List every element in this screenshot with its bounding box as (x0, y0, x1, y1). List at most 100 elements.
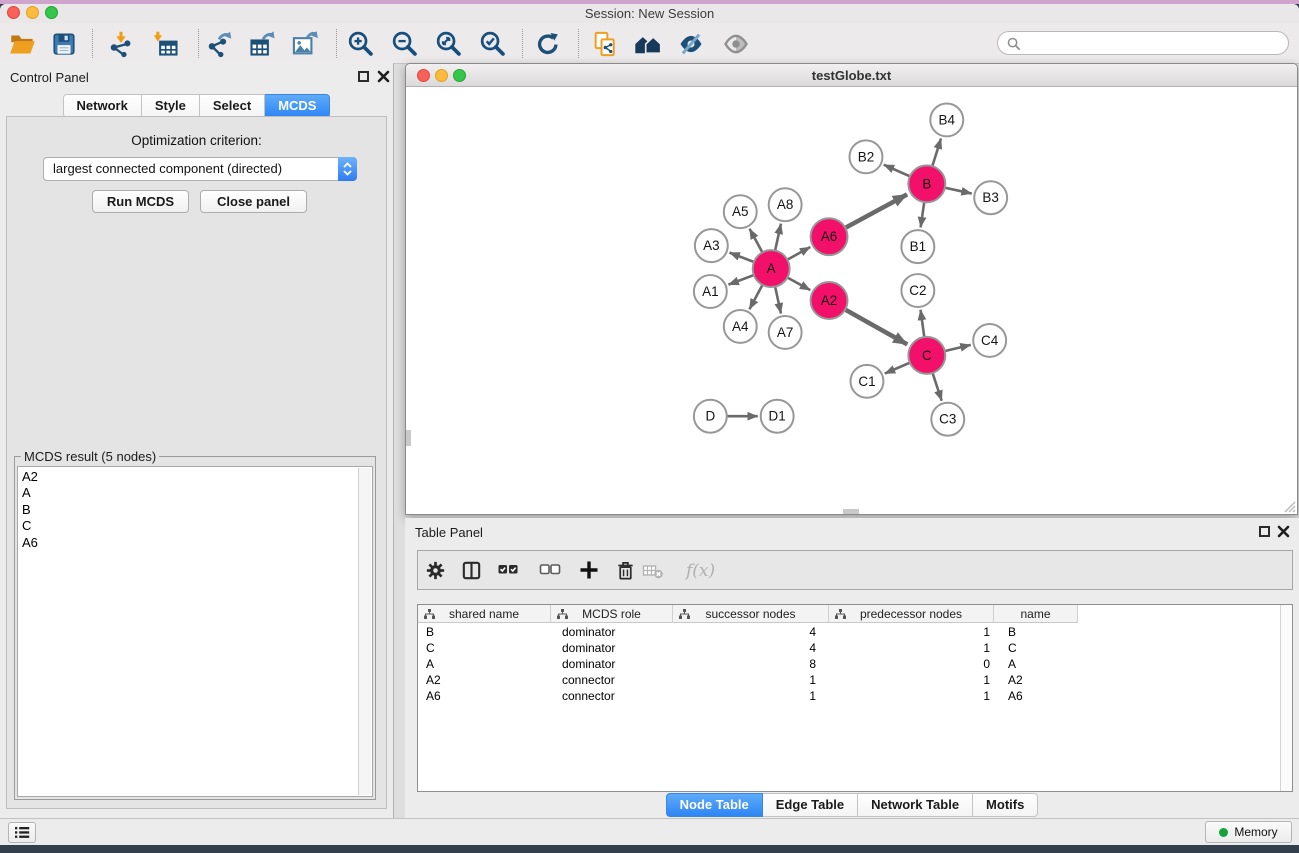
import-network-icon (107, 30, 135, 58)
clone-network-button[interactable] (588, 27, 622, 61)
table-cell: dominator (552, 640, 675, 656)
zoom-selected-button[interactable] (476, 27, 510, 61)
mcds-result-item[interactable]: B (22, 502, 372, 518)
table-row[interactable]: Cdominator41C (418, 640, 1279, 656)
zoom-in-button[interactable] (344, 27, 378, 61)
zoom-fit-button[interactable] (432, 27, 466, 61)
optimization-select[interactable]: largest connected component (directed) (43, 157, 357, 181)
attribute-tree-icon (424, 609, 435, 619)
import-table-button[interactable] (149, 27, 183, 61)
graph-node-label: D1 (769, 409, 786, 424)
table-cell: B (418, 624, 552, 640)
table-scrollbar[interactable] (1280, 605, 1292, 791)
tab-select[interactable]: Select (200, 94, 265, 118)
close-panel-button[interactable]: Close panel (200, 190, 307, 213)
import-network-button[interactable] (104, 27, 138, 61)
network-canvas[interactable]: AA1A2A3A4A5A6A7A8BB1B2B3B4CC1C2C3C4DD1 (406, 88, 1297, 514)
column-header-label: name (1020, 607, 1050, 621)
table-toolbar: f(x) (417, 550, 1293, 590)
refresh-button[interactable] (531, 27, 565, 61)
table-panel-title: Table Panel (415, 525, 483, 540)
network-graph[interactable]: AA1A2A3A4A5A6A7A8BB1B2B3B4CC1C2C3C4DD1 (406, 88, 1297, 514)
horizontal-scroll-nub[interactable] (843, 509, 859, 514)
table-close-icon[interactable] (1277, 525, 1290, 538)
open-file-button[interactable] (5, 27, 39, 61)
network-minimize-button[interactable] (435, 69, 448, 82)
delete-row-button[interactable] (610, 555, 640, 585)
gear-icon (424, 559, 447, 582)
memory-button[interactable]: Memory (1205, 821, 1292, 843)
network-overview-icon (633, 30, 663, 58)
show-graphics-details-button[interactable] (719, 27, 753, 61)
column-header-shared-name[interactable]: shared name (418, 605, 551, 623)
network-overview-button[interactable] (631, 27, 665, 61)
network-close-button[interactable] (417, 69, 430, 82)
delete-table-button[interactable] (638, 555, 668, 585)
show-columns-button[interactable] (456, 555, 486, 585)
tab-network[interactable]: Network (63, 94, 142, 118)
column-header-MCDS-role[interactable]: MCDS role (551, 605, 673, 623)
table-row[interactable]: A2connector11A2 (418, 672, 1279, 688)
float-panel-button[interactable] (358, 71, 369, 82)
table-row[interactable]: A6connector11A6 (418, 688, 1279, 704)
column-header-predecessor-nodes[interactable]: predecessor nodes (829, 605, 994, 623)
table-settings-button[interactable] (420, 555, 450, 585)
table-row[interactable]: Adominator80A (418, 656, 1279, 672)
maximize-button[interactable] (45, 6, 58, 19)
toolbar-separator (522, 29, 523, 58)
mcds-result-item[interactable]: A (22, 485, 372, 501)
mcds-result-list[interactable]: A2ABCA6 (17, 466, 373, 797)
search-input[interactable] (1026, 34, 1288, 52)
export-image-button[interactable] (288, 27, 322, 61)
column-header-successor-nodes[interactable]: successor nodes (673, 605, 829, 623)
desktop: Session: New Session (0, 0, 1299, 853)
list-icon (15, 826, 30, 839)
mcds-result-item[interactable]: A6 (22, 535, 372, 551)
close-panel-icon[interactable] (377, 70, 390, 83)
table-tab-node-table[interactable]: Node Table (666, 793, 763, 817)
function-builder-button[interactable]: f(x) (683, 555, 723, 585)
add-row-button[interactable] (574, 555, 604, 585)
deselect-all-button[interactable] (535, 555, 565, 585)
table-tab-motifs[interactable]: Motifs (973, 793, 1038, 817)
graph-node-label: A2 (821, 293, 837, 308)
table-cell: 1 (832, 672, 998, 688)
network-maximize-button[interactable] (453, 69, 466, 82)
network-window-titlebar[interactable]: testGlobe.txt (406, 64, 1297, 87)
column-header-label: predecessor nodes (860, 607, 962, 621)
attribute-tree-icon (835, 609, 846, 619)
tab-style[interactable]: Style (142, 94, 200, 118)
graph-node-label: B1 (910, 239, 926, 254)
table-row[interactable]: Bdominator41B (418, 624, 1279, 640)
network-window-title: testGlobe.txt (406, 64, 1297, 87)
tab-mcds[interactable]: MCDS (265, 94, 330, 118)
table-cell: A (418, 656, 552, 672)
export-network-button[interactable] (202, 27, 236, 61)
vertical-scroll-nub[interactable] (406, 430, 411, 446)
table-tab-network-table[interactable]: Network Table (858, 793, 973, 817)
hide-graphics-details-button[interactable] (674, 27, 708, 61)
table-float-button[interactable] (1259, 526, 1270, 537)
export-table-button[interactable] (245, 27, 279, 61)
mcds-list-scrollbar[interactable] (358, 468, 371, 795)
select-stepper-icon (338, 157, 357, 181)
memory-status-dot (1219, 828, 1228, 837)
control-panel-tabs: NetworkStyleSelectMCDS (0, 94, 393, 118)
minimize-button[interactable] (26, 6, 39, 19)
mcds-result-item[interactable]: A2 (22, 469, 372, 485)
show-panels-button[interactable] (8, 822, 36, 843)
graph-node-label: B (922, 176, 931, 191)
resize-grip-icon[interactable] (1284, 501, 1296, 513)
close-button[interactable] (7, 6, 20, 19)
select-all-button[interactable] (493, 555, 523, 585)
column-header-name[interactable]: name (994, 605, 1078, 623)
save-button[interactable] (47, 27, 81, 61)
run-mcds-button[interactable]: Run MCDS (92, 190, 189, 213)
zoom-fit-icon (435, 30, 463, 58)
table-tab-edge-table[interactable]: Edge Table (763, 793, 858, 817)
zoom-out-button[interactable] (388, 27, 422, 61)
table-cell: A2 (998, 672, 1083, 688)
table-cell: A6 (998, 688, 1083, 704)
app-window: Session: New Session (0, 4, 1299, 845)
mcds-result-item[interactable]: C (22, 518, 372, 534)
